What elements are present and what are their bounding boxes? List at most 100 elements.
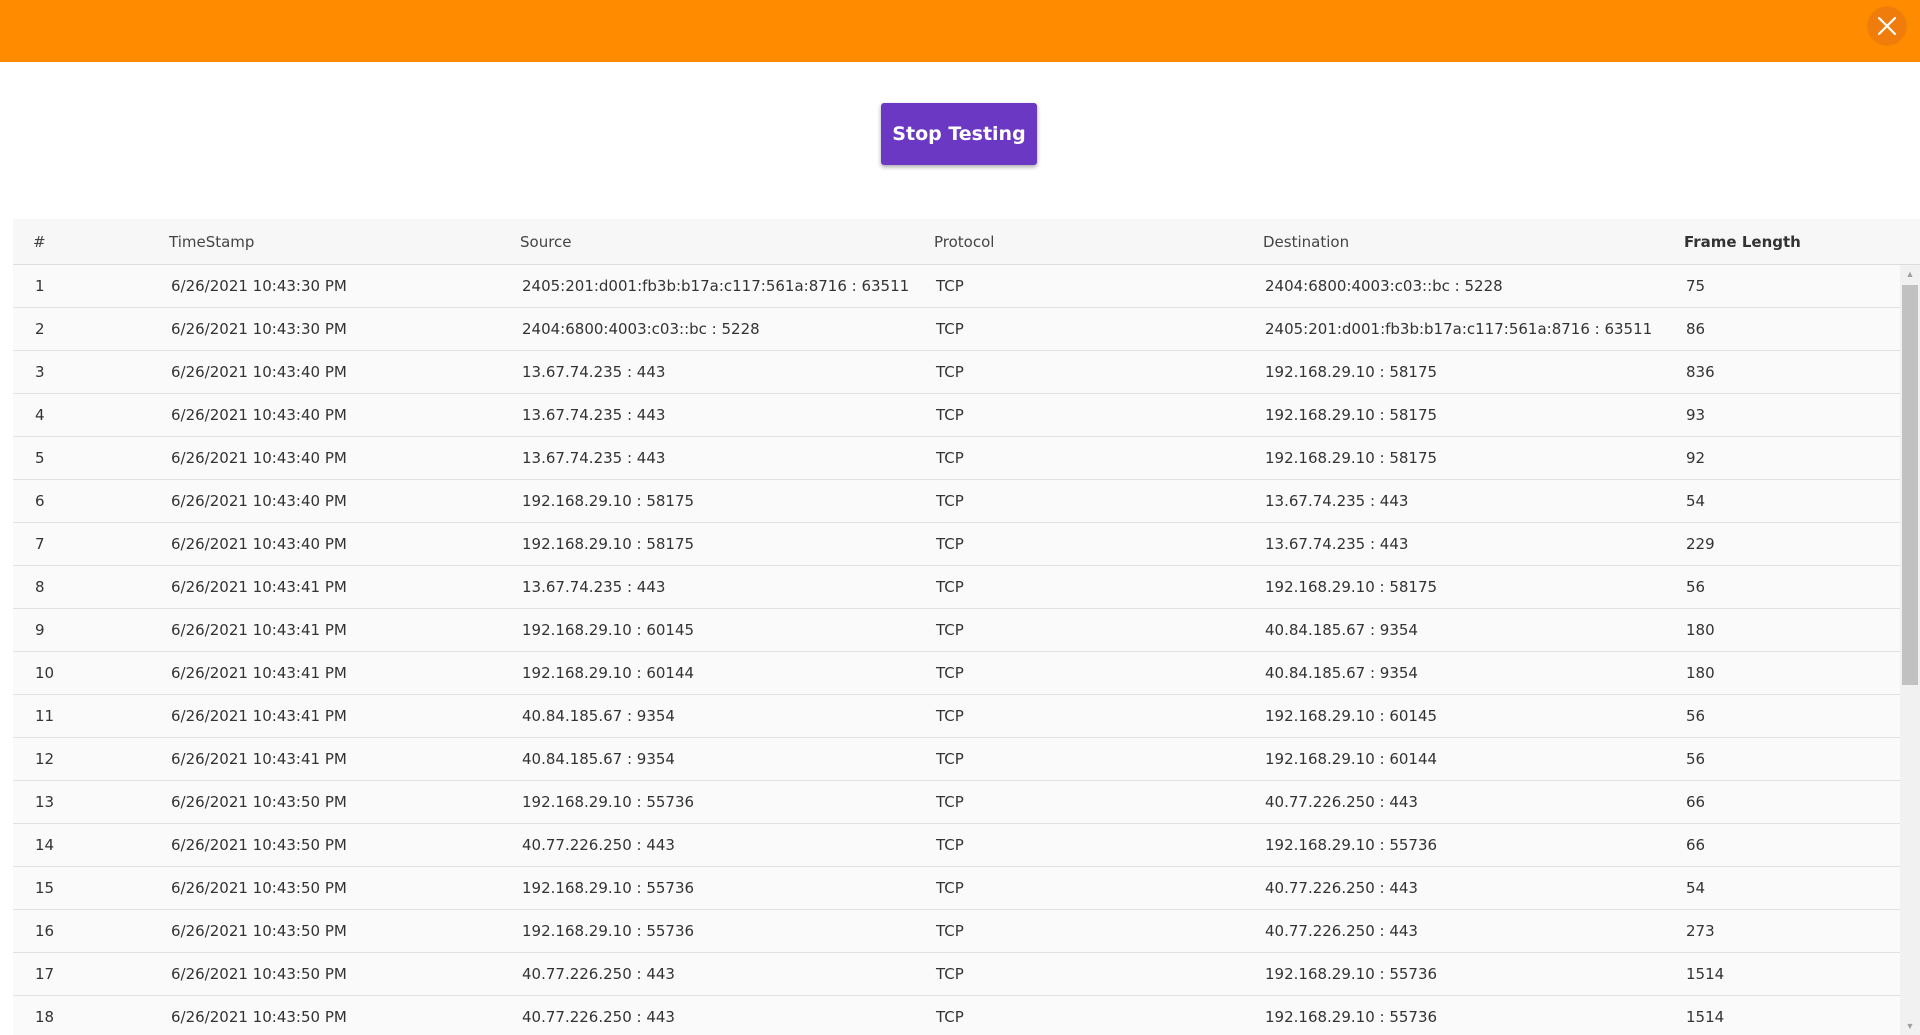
cell-destination: 40.77.226.250 : 443 <box>1262 780 1683 824</box>
cell-number: 3 <box>13 350 168 394</box>
table-row[interactable]: 8 6/26/2021 10:43:41 PM 13.67.74.235 : 443… <box>13 565 1920 609</box>
cell-number: 15 <box>13 866 168 910</box>
table-row[interactable]: 5 6/26/2021 10:43:40 PM 13.67.74.235 : 443… <box>13 436 1920 480</box>
cell-source: 192.168.29.10 : 55736 <box>519 780 933 824</box>
cell-number: 11 <box>13 694 168 738</box>
table-row[interactable]: 6 6/26/2021 10:43:40 PM 192.168.29.10 : 58… <box>13 479 1920 523</box>
table-row[interactable]: 16 6/26/2021 10:43:50 PM 192.168.29.10 : 5… <box>13 909 1920 953</box>
cell-frame-length: 92 <box>1683 436 1920 480</box>
cell-frame-length: 56 <box>1683 565 1920 609</box>
cell-protocol: TCP <box>933 350 1262 394</box>
cell-protocol: TCP <box>933 608 1262 652</box>
cell-destination: 192.168.29.10 : 55736 <box>1262 952 1683 996</box>
cell-protocol: TCP <box>933 909 1262 953</box>
cell-source: 2405:201:d001:fb3b:b17a:c117:561a:8716 :… <box>519 264 933 308</box>
table-row[interactable]: 12 6/26/2021 10:43:41 PM 40.84.185.67 : 93… <box>13 737 1920 781</box>
cell-timestamp: 6/26/2021 10:43:50 PM <box>168 866 519 910</box>
cell-destination: 2405:201:d001:fb3b:b17a:c117:561a:8716 :… <box>1262 307 1683 351</box>
cell-source: 192.168.29.10 : 58175 <box>519 522 933 566</box>
cell-timestamp: 6/26/2021 10:43:40 PM <box>168 436 519 480</box>
cell-timestamp: 6/26/2021 10:43:41 PM <box>168 737 519 781</box>
column-header-frame-length[interactable]: Frame Length <box>1683 219 1920 265</box>
cell-frame-length: 56 <box>1683 694 1920 738</box>
cell-destination: 192.168.29.10 : 60145 <box>1262 694 1683 738</box>
cell-source: 40.77.226.250 : 443 <box>519 823 933 867</box>
cell-frame-length: 54 <box>1683 479 1920 523</box>
cell-source: 192.168.29.10 : 55736 <box>519 909 933 953</box>
table-row[interactable]: 2 6/26/2021 10:43:30 PM 2404:6800:4003:c03… <box>13 307 1920 351</box>
cell-destination: 40.77.226.250 : 443 <box>1262 866 1683 910</box>
cell-frame-length: 836 <box>1683 350 1920 394</box>
cell-protocol: TCP <box>933 995 1262 1035</box>
cell-destination: 40.84.185.67 : 9354 <box>1262 651 1683 695</box>
cell-timestamp: 6/26/2021 10:43:40 PM <box>168 393 519 437</box>
close-x-icon <box>1876 15 1898 37</box>
table-row[interactable]: 11 6/26/2021 10:43:41 PM 40.84.185.67 : 93… <box>13 694 1920 738</box>
table-row[interactable]: 15 6/26/2021 10:43:50 PM 192.168.29.10 : 5… <box>13 866 1920 910</box>
cell-destination: 192.168.29.10 : 58175 <box>1262 436 1683 480</box>
arrow-down-icon[interactable]: ▼ <box>1900 1017 1920 1035</box>
cell-frame-length: 56 <box>1683 737 1920 781</box>
cell-source: 13.67.74.235 : 443 <box>519 393 933 437</box>
cell-number: 1 <box>13 264 168 308</box>
cell-source: 40.77.226.250 : 443 <box>519 995 933 1035</box>
column-header-source[interactable]: Source <box>519 219 933 265</box>
cell-timestamp: 6/26/2021 10:43:40 PM <box>168 522 519 566</box>
cell-frame-length: 86 <box>1683 307 1920 351</box>
table-row[interactable]: 10 6/26/2021 10:43:41 PM 192.168.29.10 : 6… <box>13 651 1920 695</box>
cell-timestamp: 6/26/2021 10:43:50 PM <box>168 823 519 867</box>
cell-number: 6 <box>13 479 168 523</box>
table-header-row: # TimeStamp Source Protocol Destination … <box>13 219 1920 265</box>
column-header-destination[interactable]: Destination <box>1262 219 1683 265</box>
vertical-scrollbar[interactable]: ▲ ▼ <box>1900 265 1920 1035</box>
cell-destination: 40.84.185.67 : 9354 <box>1262 608 1683 652</box>
table-row[interactable]: 17 6/26/2021 10:43:50 PM 40.77.226.250 : 4… <box>13 952 1920 996</box>
close-button[interactable] <box>1868 7 1906 45</box>
cell-destination: 40.77.226.250 : 443 <box>1262 909 1683 953</box>
cell-number: 8 <box>13 565 168 609</box>
table-row[interactable]: 7 6/26/2021 10:43:40 PM 192.168.29.10 : 58… <box>13 522 1920 566</box>
cell-source: 13.67.74.235 : 443 <box>519 350 933 394</box>
column-header-protocol[interactable]: Protocol <box>933 219 1262 265</box>
table-row[interactable]: 18 6/26/2021 10:43:50 PM 40.77.226.250 : 4… <box>13 995 1920 1035</box>
cell-protocol: TCP <box>933 436 1262 480</box>
cell-frame-length: 180 <box>1683 651 1920 695</box>
cell-number: 5 <box>13 436 168 480</box>
cell-source: 40.84.185.67 : 9354 <box>519 694 933 738</box>
cell-source: 192.168.29.10 : 60145 <box>519 608 933 652</box>
arrow-up-icon[interactable]: ▲ <box>1900 265 1920 283</box>
table-row[interactable]: 1 6/26/2021 10:43:30 PM 2405:201:d001:fb3b… <box>13 264 1920 308</box>
column-header-timestamp[interactable]: TimeStamp <box>168 219 519 265</box>
cell-destination: 2404:6800:4003:c03::bc : 5228 <box>1262 264 1683 308</box>
cell-number: 7 <box>13 522 168 566</box>
cell-timestamp: 6/26/2021 10:43:50 PM <box>168 952 519 996</box>
cell-destination: 13.67.74.235 : 443 <box>1262 479 1683 523</box>
table-row[interactable]: 14 6/26/2021 10:43:50 PM 40.77.226.250 : 4… <box>13 823 1920 867</box>
cell-timestamp: 6/26/2021 10:43:50 PM <box>168 995 519 1035</box>
stop-testing-button[interactable]: Stop Testing <box>881 103 1037 165</box>
cell-source: 40.84.185.67 : 9354 <box>519 737 933 781</box>
cell-protocol: TCP <box>933 780 1262 824</box>
cell-timestamp: 6/26/2021 10:43:50 PM <box>168 909 519 953</box>
table-row[interactable]: 13 6/26/2021 10:43:50 PM 192.168.29.10 : 5… <box>13 780 1920 824</box>
packet-table-container: # TimeStamp Source Protocol Destination … <box>13 219 1920 1035</box>
cell-frame-length: 273 <box>1683 909 1920 953</box>
cell-timestamp: 6/26/2021 10:43:50 PM <box>168 780 519 824</box>
cell-protocol: TCP <box>933 952 1262 996</box>
packet-table-body: 1 6/26/2021 10:43:30 PM 2405:201:d001:fb3b… <box>13 264 1920 1035</box>
cell-destination: 192.168.29.10 : 58175 <box>1262 350 1683 394</box>
table-row[interactable]: 9 6/26/2021 10:43:41 PM 192.168.29.10 : 60… <box>13 608 1920 652</box>
cell-frame-length: 229 <box>1683 522 1920 566</box>
cell-frame-length: 75 <box>1683 264 1920 308</box>
cell-destination: 192.168.29.10 : 55736 <box>1262 995 1683 1035</box>
cell-protocol: TCP <box>933 565 1262 609</box>
packet-table: # TimeStamp Source Protocol Destination … <box>13 219 1920 1035</box>
scrollbar-thumb[interactable] <box>1902 285 1918 685</box>
cell-number: 13 <box>13 780 168 824</box>
table-row[interactable]: 4 6/26/2021 10:43:40 PM 13.67.74.235 : 443… <box>13 393 1920 437</box>
cell-timestamp: 6/26/2021 10:43:41 PM <box>168 651 519 695</box>
table-row[interactable]: 3 6/26/2021 10:43:40 PM 13.67.74.235 : 443… <box>13 350 1920 394</box>
column-header-number[interactable]: # <box>13 219 168 265</box>
cell-source: 192.168.29.10 : 58175 <box>519 479 933 523</box>
cell-protocol: TCP <box>933 264 1262 308</box>
